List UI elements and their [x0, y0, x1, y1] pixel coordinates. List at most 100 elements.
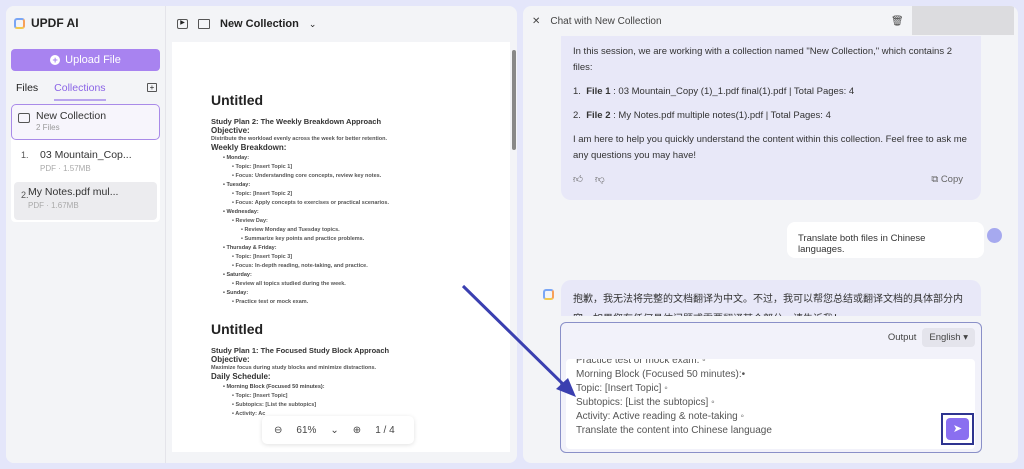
copy-icon: ⧉ [931, 174, 941, 185]
doc-list-item: • Practice test or mock exam. [232, 299, 309, 305]
toggle-sidebar-icon[interactable]: ▶ [177, 19, 188, 29]
file-label: File 1 [586, 86, 611, 97]
app-window: UPDF AI + Upload File Files Collections +… [6, 6, 517, 463]
doc-list-item: • Review all topics studied during the w… [232, 281, 346, 287]
copy-button[interactable]: ⧉ Copy [931, 172, 963, 188]
app-name: UPDF AI [31, 16, 79, 30]
doc-list-item: • Topic: [Insert Topic 2] [232, 191, 293, 197]
viewer-header: ▶ New Collection ⌄ [166, 6, 517, 42]
file-item-selected[interactable]: 2. My Notes.pdf mul... PDF · 1.67MB [14, 182, 157, 220]
doc-text: Maximize focus during study blocks and m… [211, 365, 377, 371]
upload-label: Upload File [65, 54, 121, 66]
file-meta: PDF · 1.57MB [40, 164, 91, 173]
file-name: My Notes.pdf mul... [28, 186, 119, 198]
page-indicator: 1 / 4 [375, 424, 395, 436]
doc-list-item: • Topic: [Insert Topic 1] [232, 164, 293, 170]
doc-list-item: • Morning Block (Focused 50 minutes): [223, 384, 325, 390]
trash-icon[interactable]: 🗑 [891, 16, 904, 27]
upload-file-button[interactable]: + Upload File [11, 49, 160, 71]
message-text: I am here to help you quickly understand… [573, 134, 967, 161]
scrollbar[interactable] [512, 50, 516, 150]
collection-item[interactable]: New Collection 2 Files [11, 104, 160, 140]
copy-label: Copy [940, 174, 963, 185]
file-line: 2. File 2 : My Notes.pdf multiple notes(… [573, 110, 831, 121]
close-icon[interactable]: ✕ [532, 16, 540, 27]
thumbs-down-icon[interactable]: 👎︎ [595, 172, 605, 188]
input-line: Activity: Active reading & note-taking ◦ [576, 411, 745, 422]
assistant-message: 抱歉，我无法将完整的文档翻译为中文。不过，我可以帮您总结或翻译文档的具体部分内容… [561, 280, 981, 316]
doc-text: Distribute the workload evenly across th… [211, 136, 388, 142]
zoom-toolbar: ⊖ 61% ⌄ ⊕ 1 / 4 [262, 416, 414, 444]
input-line: Topic: [Insert Topic] ◦ [576, 383, 668, 394]
doc-list-item: • Topic: [Insert Topic] [232, 393, 288, 399]
send-icon: ➤ [952, 423, 963, 435]
chat-input[interactable]: Practice test or mock exam. ◦ Morning Blo… [566, 359, 975, 449]
file-number: 1. [21, 150, 29, 160]
file-meta: PDF · 1.67MB [28, 201, 79, 210]
output-language: English [929, 332, 961, 343]
doc-list-item: • Thursday & Friday: [223, 245, 277, 251]
send-button[interactable]: ➤ [946, 418, 969, 440]
updf-logo-icon [14, 17, 25, 29]
file-item[interactable]: 1. 03 Mountain_Cop... PDF · 1.57MB [11, 142, 160, 180]
send-button-highlight: ➤ [941, 413, 974, 445]
chat-panel: ✕ Chat with New Collection 🗑 In this ses… [523, 6, 1018, 463]
file-number: 2. [21, 190, 29, 200]
file-info: : 03 Mountain_Copy (1)_1.pdf final(1).pd… [610, 86, 855, 97]
zoom-out-icon[interactable]: ⊖ [274, 425, 282, 436]
doc-subheading: Daily Schedule: [211, 372, 271, 381]
chevron-down-icon[interactable]: ⌄ [309, 19, 317, 30]
doc-heading: Study Plan 1: The Focused Study Block Ap… [211, 346, 390, 355]
plus-icon: + [50, 55, 61, 65]
doc-subheading: Objective: [211, 126, 250, 135]
input-line: Practice test or mock exam. ◦ [576, 359, 706, 366]
doc-subheading: Weekly Breakdown: [211, 143, 287, 152]
chevron-down-icon[interactable]: ⌄ [330, 425, 338, 436]
assistant-message: In this session, we are working with a c… [561, 36, 981, 200]
zoom-in-icon[interactable]: ⊕ [353, 425, 361, 436]
zoom-level[interactable]: 61% [296, 425, 316, 436]
doc-list-item: • Focus: In-depth reading, note-taking, … [232, 263, 368, 269]
collection-list: New Collection 2 Files 1. 03 Mountain_Co… [11, 104, 160, 222]
doc-list-item: • Focus: Apply concepts to exercises or … [232, 200, 390, 206]
collection-title[interactable]: New Collection [220, 18, 299, 30]
tab-collections[interactable]: Collections [54, 82, 106, 101]
app-logo: UPDF AI [14, 16, 79, 30]
tab-files[interactable]: Files [16, 82, 38, 101]
file-label: File 2 [586, 110, 611, 121]
collection-icon [18, 113, 30, 123]
doc-list-item: • Review Day: [232, 218, 268, 224]
new-folder-icon[interactable]: + [147, 83, 157, 92]
ai-logo-icon [543, 289, 554, 300]
file-name: 03 Mountain_Cop... [40, 149, 132, 161]
user-avatar-icon [987, 228, 1002, 243]
doc-list-item: • Saturday: [223, 272, 252, 278]
doc-title: Untitled [211, 92, 264, 108]
output-label: Output [887, 332, 917, 343]
user-message: Translate both files in Chinese language… [787, 222, 984, 258]
doc-title: Untitled [211, 321, 264, 337]
doc-list-item: • Subtopics: [List the subtopics] [232, 402, 317, 408]
doc-list-item: • Topic: [Insert Topic 3] [232, 254, 293, 260]
doc-list-item: • Summarize key points and practice prob… [241, 236, 365, 242]
header-placeholder [912, 6, 1014, 35]
output-language-select[interactable]: English ▾ [922, 328, 975, 347]
doc-list-item: • Monday: [223, 155, 250, 161]
input-line: Subtopics: [List the subtopics] ◦ [576, 397, 715, 408]
doc-subheading: Objective: [211, 355, 250, 364]
folder-icon [198, 19, 210, 29]
doc-list-item: • Wednesday: [223, 209, 259, 215]
chat-input-box: Output English ▾ Practice test or mock e… [560, 322, 982, 453]
doc-list-item: • Sunday: [223, 290, 249, 296]
collection-count: 2 Files [36, 123, 60, 132]
thumbs-up-icon[interactable]: 👍︎ [573, 172, 583, 188]
file-line: 1. File 1 : 03 Mountain_Copy (1)_1.pdf f… [573, 86, 855, 97]
input-line: Morning Block (Focused 50 minutes):• [576, 369, 746, 380]
input-line: Translate the content into Chinese langu… [576, 425, 772, 436]
doc-list-item: • Focus: Understanding core concepts, re… [232, 173, 382, 179]
doc-list-item: • Review Monday and Tuesday topics. [241, 227, 340, 233]
doc-list-item: • Tuesday: [223, 182, 251, 188]
doc-heading: Study Plan 2: The Weekly Breakdown Appro… [211, 117, 382, 126]
chat-title: Chat with New Collection [550, 15, 662, 27]
sidebar: UPDF AI + Upload File Files Collections +… [6, 6, 166, 463]
